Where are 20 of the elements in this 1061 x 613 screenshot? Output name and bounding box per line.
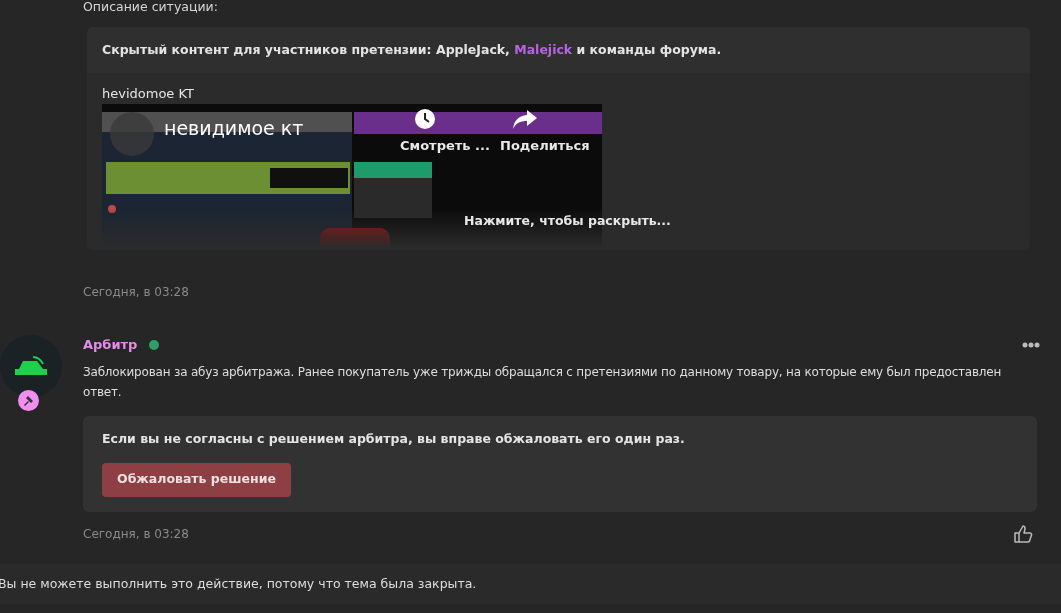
post-text: Заблокирован за абуз арбитража. Ранее покупатель уже трижды обращался с претензиями по данному товару, на которые ему был предоставлен ответ. [83, 364, 1003, 401]
video-caption: hevidomoe KT [102, 86, 195, 102]
share-button[interactable]: Поделиться [500, 136, 590, 156]
more-icon[interactable] [1022, 342, 1040, 348]
post-time[interactable]: Сегодня, в 03:28 [83, 285, 189, 299]
author-name[interactable]: Арбитр [83, 335, 138, 355]
clock-icon [414, 108, 436, 130]
appeal-button[interactable]: Обжаловать решение [102, 462, 291, 497]
post-time[interactable]: Сегодня, в 03:28 [83, 525, 189, 543]
share-icon[interactable] [513, 110, 537, 130]
spoiler-notice: Скрытый контент для участников претензии: AppleJack, Malejick и команды форума. [102, 40, 722, 59]
like-icon[interactable] [1013, 524, 1033, 544]
expand-link[interactable]: Нажмите, чтобы раскрыть... [464, 212, 671, 231]
gavel-badge [18, 390, 39, 411]
watch-later-button[interactable]: Смотреть ... [400, 136, 490, 156]
section-label: Описание ситуации: [83, 0, 218, 14]
appeal-text: Если вы не согласны с решением арбитра, вы вправе обжаловать его один раз. [102, 430, 686, 448]
member-link[interactable]: Malejick [514, 41, 573, 57]
closed-notice: Вы не можете выполнить это действие, потому что тема была закрыта. [0, 574, 477, 593]
video-title: невидимое кт [164, 116, 304, 141]
